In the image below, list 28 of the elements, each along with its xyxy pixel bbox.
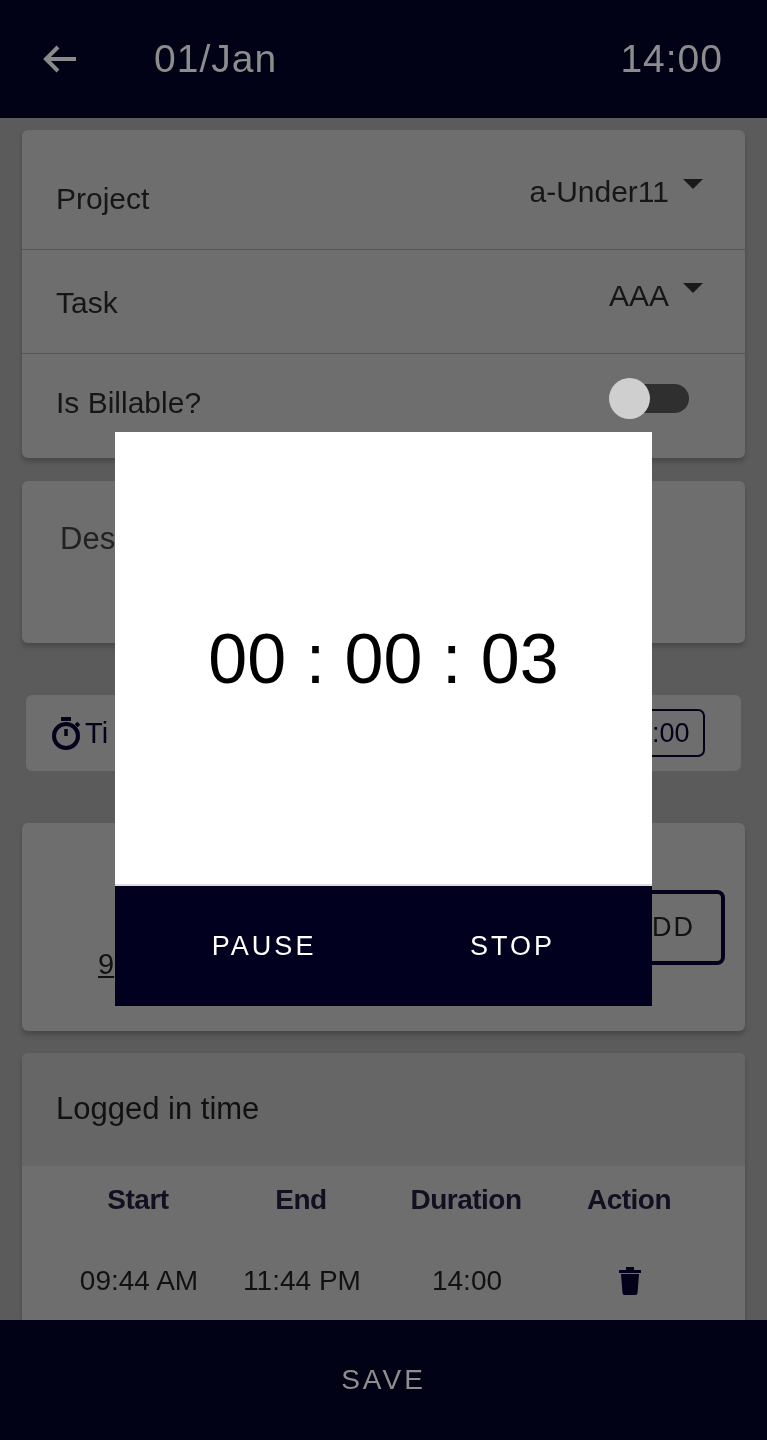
caret-icon: [683, 282, 703, 293]
timer-label: Ti: [85, 716, 109, 750]
dialog-button[interactable]: STOP: [456, 922, 570, 970]
field-label: Is Billable?: [56, 386, 202, 420]
description-placeholder: Des: [60, 521, 116, 556]
field-label: Task: [56, 285, 118, 320]
date-title: 01/Jan: [154, 37, 278, 81]
date-link[interactable]: 9: [98, 948, 115, 981]
section-title: Logged in time: [56, 1090, 260, 1127]
caret-icon: [683, 178, 703, 189]
column-header: Start: [106, 1182, 170, 1217]
dropdown-value[interactable]: AAA: [608, 278, 669, 313]
column-header: Action: [585, 1182, 673, 1217]
dialog-button[interactable]: PAUSE: [197, 922, 331, 970]
elapsed-time: 00 : 00 : 03: [208, 619, 559, 699]
back-arrow-icon[interactable]: [42, 44, 78, 74]
table-cell-text: 09:44 AM: [78, 1264, 200, 1298]
field-label: Project: [56, 181, 150, 216]
save-button[interactable]: SAVE: [325, 1356, 442, 1404]
time-label: 14:00: [620, 37, 723, 81]
column-header: End: [274, 1182, 328, 1217]
stopwatch-icon[interactable]: [50, 716, 82, 750]
table-cell-text: 11:44 PM: [242, 1264, 362, 1298]
dropdown-value[interactable]: a-Under11: [529, 174, 669, 209]
trash-icon[interactable]: [619, 1267, 641, 1295]
billable-toggle[interactable]: [609, 377, 689, 419]
table-cell-text: 14:00: [430, 1264, 504, 1298]
column-header: Duration: [409, 1182, 523, 1217]
